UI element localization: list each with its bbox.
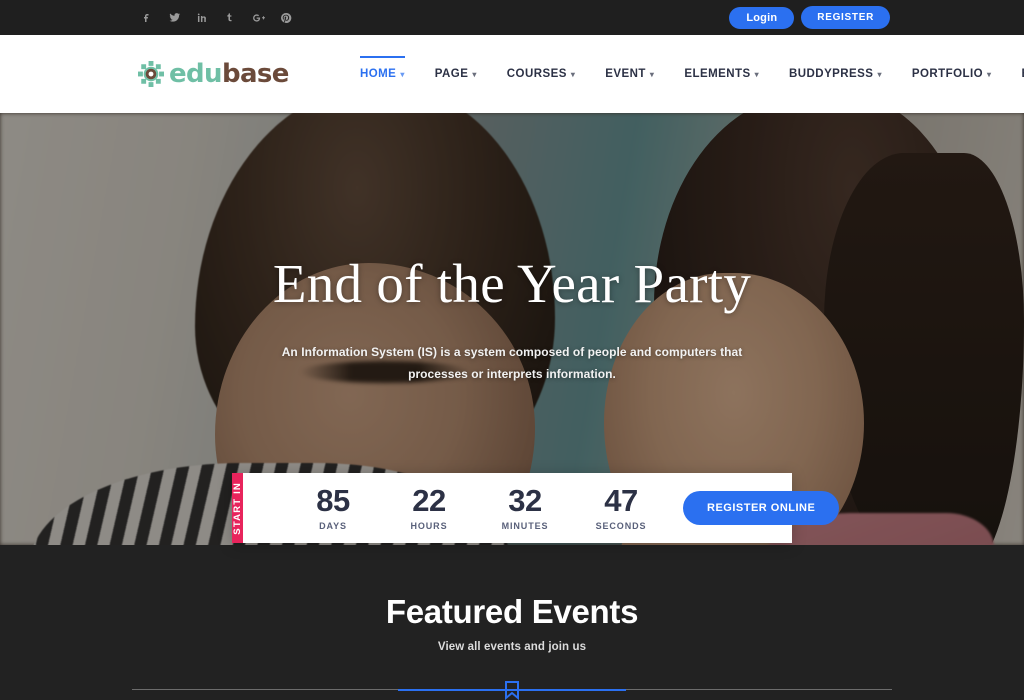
social-links (140, 11, 292, 24)
hero-subtitle: An Information System (IS) is a system c… (281, 345, 743, 382)
featured-events-subtitle: View all events and join us (437, 641, 587, 653)
twitter-icon[interactable] (168, 11, 181, 24)
auth-buttons: Login REGISTER (729, 0, 890, 35)
countdown-value: 85 (316, 483, 350, 519)
countdown-start-text: START IN (232, 481, 243, 535)
countdown-bar: START IN 85 DAYS 22 HOURS 32 MINUTES 47 … (232, 473, 840, 543)
site-header: edubase HOME ▾ PAGE ▾ COURSES ▾ EVENT ▾ … (0, 35, 1024, 113)
chevron-down-icon: ▾ (987, 69, 992, 79)
chevron-down-icon: ▾ (570, 69, 576, 79)
nav-item-buddypress[interactable]: BUDDYPRESS ▾ (774, 68, 897, 80)
nav-item-home[interactable]: HOME ▾ (345, 56, 420, 80)
register-button[interactable]: REGISTER (801, 6, 890, 29)
chevron-down-icon: ▾ (877, 69, 882, 79)
chevron-down-icon: ▾ (400, 69, 405, 79)
countdown-label: MINUTES (501, 520, 549, 531)
register-online-button[interactable]: REGISTER ONLINE (683, 491, 840, 525)
countdown-start-label: START IN (232, 473, 243, 543)
chevron-down-icon: ▾ (649, 69, 655, 79)
countdown-unit-minutes: 32 MINUTES (477, 485, 573, 531)
top-bar: Login REGISTER (0, 0, 1024, 35)
logo[interactable]: edubase (138, 59, 289, 89)
nav-label: PORTFOLIO (911, 68, 984, 80)
nav-item-blog[interactable]: BLOG ▾ (1007, 68, 1024, 80)
tumblr-icon[interactable] (224, 11, 236, 24)
nav-item-event[interactable]: EVENT ▾ (590, 68, 669, 80)
logo-text-base: base (221, 59, 289, 89)
countdown-unit-hours: 22 HOURS (381, 485, 477, 531)
hero-title: End of the Year Party (272, 253, 752, 314)
nav-label: ELEMENTS (684, 68, 751, 80)
countdown-unit-days: 85 DAYS (285, 485, 381, 531)
nav-label: BUDDYPRESS (789, 68, 874, 80)
countdown-label: DAYS (319, 520, 347, 531)
nav-label: COURSES (506, 68, 567, 80)
facebook-icon[interactable] (140, 12, 152, 24)
section-divider (132, 679, 892, 700)
countdown-value: 47 (604, 483, 638, 519)
logo-text: edubase (169, 59, 289, 89)
nav-item-courses[interactable]: COURSES ▾ (492, 68, 591, 80)
pinterest-icon[interactable] (280, 12, 292, 24)
countdown-value: 32 (508, 483, 542, 519)
nav-item-page[interactable]: PAGE ▾ (420, 68, 492, 80)
nav-item-elements[interactable]: ELEMENTS ▾ (669, 68, 774, 80)
login-button[interactable]: Login (729, 6, 795, 29)
nav-label: PAGE (434, 68, 469, 80)
countdown-value: 22 (412, 483, 446, 519)
nav-item-portfolio[interactable]: PORTFOLIO ▾ (897, 68, 1007, 80)
chevron-down-icon: ▾ (754, 69, 760, 79)
featured-events-section: Featured Events View all events and join… (0, 545, 1024, 700)
chevron-down-icon: ▾ (472, 69, 477, 79)
logo-text-edu: edu (169, 59, 223, 89)
countdown-units: 85 DAYS 22 HOURS 32 MINUTES 47 SECONDS R… (243, 473, 840, 543)
linkedin-icon[interactable] (196, 12, 208, 24)
bookmark-ribbon-icon (505, 681, 519, 700)
gear-flower-logo-icon (138, 61, 164, 87)
nav-label: HOME (360, 68, 397, 80)
countdown-label: SECONDS (595, 520, 647, 531)
countdown-unit-seconds: 47 SECONDS (573, 485, 669, 531)
featured-events-title: Featured Events (385, 593, 639, 630)
nav-label: EVENT (605, 68, 646, 80)
countdown-label: HOURS (410, 520, 448, 531)
googleplus-icon[interactable] (252, 12, 265, 24)
main-navigation: HOME ▾ PAGE ▾ COURSES ▾ EVENT ▾ ELEMENTS… (345, 35, 1024, 113)
